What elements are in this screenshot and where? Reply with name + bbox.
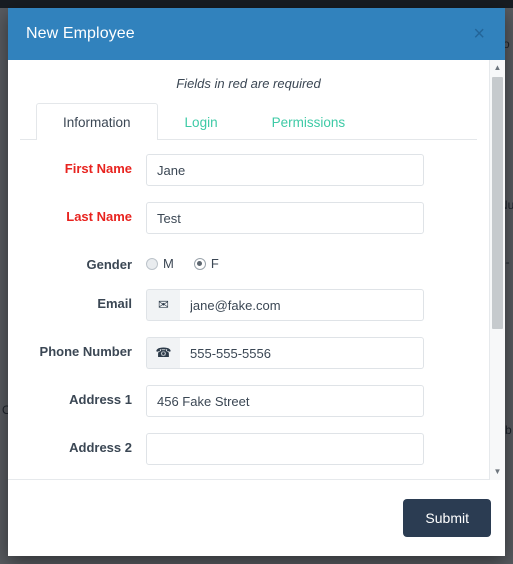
tab-permissions[interactable]: Permissions	[245, 103, 373, 140]
last-name-input[interactable]	[146, 202, 424, 234]
envelope-icon: ✉	[146, 289, 180, 322]
modal-body-wrap: Fields in red are required Information L…	[8, 60, 505, 480]
label-last-name: Last Name	[66, 209, 132, 224]
submit-button[interactable]: Submit	[403, 499, 491, 537]
label-email: Email	[97, 296, 132, 312]
field-wrap-address-1	[146, 385, 424, 418]
modal-title: New Employee	[26, 25, 135, 42]
first-name-input[interactable]	[146, 154, 424, 186]
required-fields-note: Fields in red are required	[176, 76, 321, 91]
address-1-input[interactable]	[146, 385, 424, 418]
scroll-up-arrow-icon[interactable]: ▲	[490, 60, 505, 76]
scrollbar-thumb[interactable]	[492, 77, 503, 329]
label-address-2: Address 2	[69, 440, 132, 456]
field-wrap-gender: M F	[146, 250, 424, 271]
label-address-1: Address 1	[69, 392, 132, 408]
label-first-name: First Name	[64, 161, 132, 176]
modal-body: Fields in red are required Information L…	[8, 60, 489, 480]
form-row-first-name: First Name	[20, 154, 477, 186]
address-2-input[interactable]	[146, 433, 424, 466]
email-input[interactable]	[180, 289, 424, 322]
modal-body-scrollbar[interactable]: ▲ ▼	[489, 60, 505, 480]
modal-header: New Employee ×	[8, 8, 505, 60]
scroll-down-arrow-icon[interactable]: ▼	[490, 464, 505, 480]
form-row-last-name: Last Name	[20, 202, 477, 234]
gender-option-m-label: M	[163, 256, 174, 271]
close-icon[interactable]: ×	[469, 22, 489, 46]
new-employee-modal: New Employee × Fields in red are require…	[8, 8, 505, 556]
gender-option-f[interactable]: F	[193, 256, 219, 271]
tab-login[interactable]: Login	[158, 103, 245, 140]
form-row-address-2: Address 2	[20, 433, 477, 466]
tab-information[interactable]: Information	[36, 103, 158, 140]
form-row-gender: Gender M F	[20, 250, 477, 273]
field-wrap-address-2	[146, 433, 424, 466]
gender-radio-group: M F	[146, 250, 231, 271]
form-row-address-1: Address 1	[20, 385, 477, 418]
top-dark-strip	[0, 0, 513, 8]
gender-option-m[interactable]: M	[146, 256, 174, 271]
field-wrap-first-name	[146, 154, 424, 186]
radio-dot-m[interactable]	[146, 257, 158, 270]
radio-dot-f[interactable]	[193, 257, 206, 270]
tab-list: Information Login Permissions	[20, 103, 477, 140]
gender-option-f-label: F	[210, 256, 219, 271]
form-row-email: Email ✉	[20, 289, 477, 322]
telephone-icon: ☎	[146, 337, 180, 370]
field-wrap-email: ✉	[146, 289, 424, 322]
label-gender: Gender	[86, 257, 132, 272]
phone-number-input[interactable]	[180, 337, 424, 370]
label-phone-number: Phone Number	[39, 344, 132, 360]
modal-footer: Submit	[8, 480, 505, 556]
field-wrap-phone-number: ☎	[146, 337, 424, 370]
form-row-phone-number: Phone Number ☎	[20, 337, 477, 370]
field-wrap-last-name	[146, 202, 424, 234]
